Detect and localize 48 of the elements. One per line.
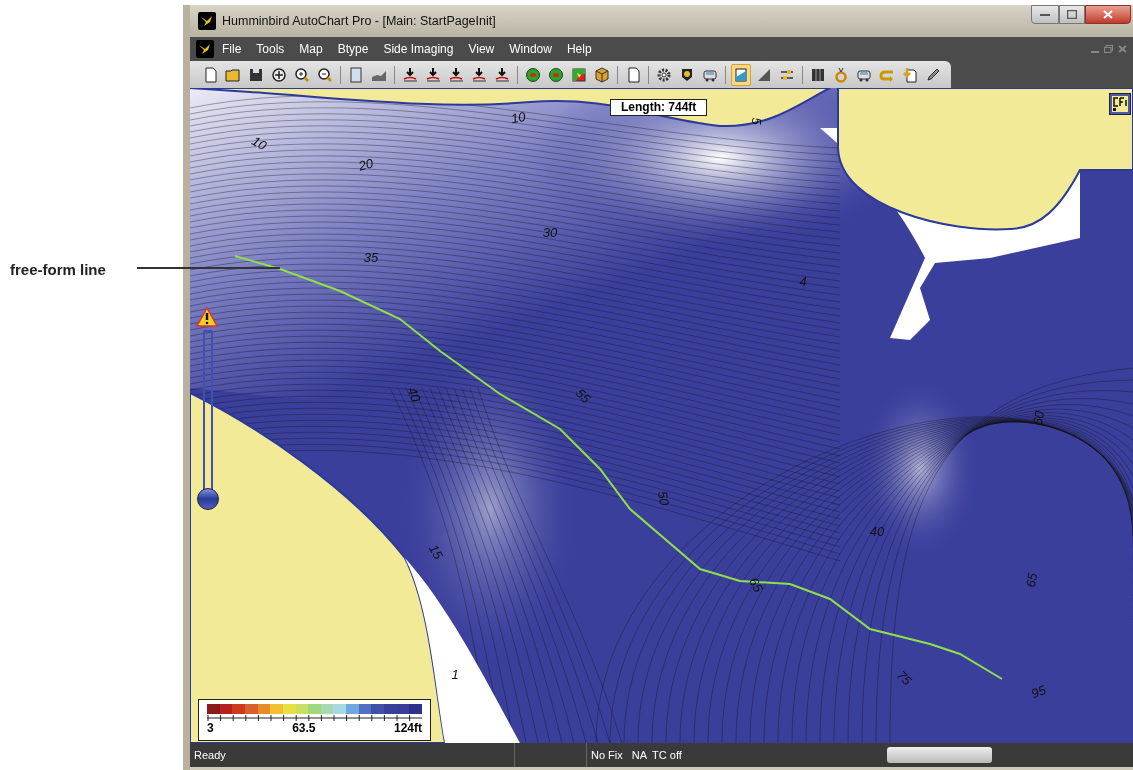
- depth-label: 40: [404, 385, 424, 404]
- status-text: No Fix: [590, 747, 623, 763]
- restore-icon[interactable]: [1104, 45, 1113, 53]
- menu-item[interactable]: Map: [299, 40, 323, 58]
- menu-item[interactable]: Window: [509, 40, 552, 58]
- menu-item[interactable]: Help: [566, 40, 592, 58]
- depth-label: 60: [1029, 409, 1048, 427]
- status-text: TC off: [651, 747, 682, 763]
- close-button[interactable]: [1085, 5, 1131, 24]
- maximize-button[interactable]: [1059, 5, 1085, 24]
- minimize-button[interactable]: [1031, 5, 1059, 24]
- window-title: Humminbird AutoChart Pro - [Main: StartPageInit]: [222, 12, 496, 30]
- depth-label: 1: [451, 667, 459, 682]
- measure-label: Length: 744ft: [610, 99, 708, 116]
- depth-label: 20: [356, 155, 375, 174]
- app-logo-icon: [196, 40, 214, 58]
- depth-label: 5: [749, 117, 764, 125]
- depth-label: 10: [509, 108, 527, 127]
- depth-label: 35: [363, 250, 379, 265]
- legend-label: 63.5: [292, 722, 316, 735]
- app-logo-icon: [198, 12, 216, 30]
- legend-label: 124ft: [394, 722, 422, 735]
- close-icon: [1103, 10, 1113, 19]
- chart-info-icon[interactable]: [1109, 93, 1131, 115]
- close-icon[interactable]: [1118, 45, 1127, 53]
- status-text: NA: [630, 747, 648, 763]
- depth-label: 65: [745, 574, 766, 595]
- menu-item[interactable]: Tools: [256, 40, 285, 58]
- depth-label: 15: [425, 541, 446, 562]
- menu-item[interactable]: Side Imaging: [383, 40, 454, 58]
- legend-label: 3: [207, 722, 214, 735]
- depth-label: 10: [249, 133, 270, 154]
- annotation-label: free-form line: [10, 261, 106, 278]
- menu-item[interactable]: File: [222, 40, 242, 58]
- depth-label: 55: [572, 385, 594, 407]
- depth-label: 50: [654, 489, 673, 507]
- depth-label: 95: [1029, 682, 1048, 702]
- menu-item[interactable]: Btype: [337, 40, 369, 58]
- depth-label: 4: [799, 274, 807, 289]
- depth-label: 65: [1022, 571, 1041, 589]
- menu-item[interactable]: View: [468, 40, 495, 58]
- depth-label: 40: [869, 524, 885, 539]
- status-text: Ready: [190, 743, 515, 767]
- warning-icon[interactable]: [196, 307, 218, 327]
- depth-label: 30: [542, 225, 558, 240]
- maximize-icon: [1067, 10, 1077, 19]
- profile-icon[interactable]: [731, 63, 751, 86]
- depth-label: 75: [893, 667, 915, 689]
